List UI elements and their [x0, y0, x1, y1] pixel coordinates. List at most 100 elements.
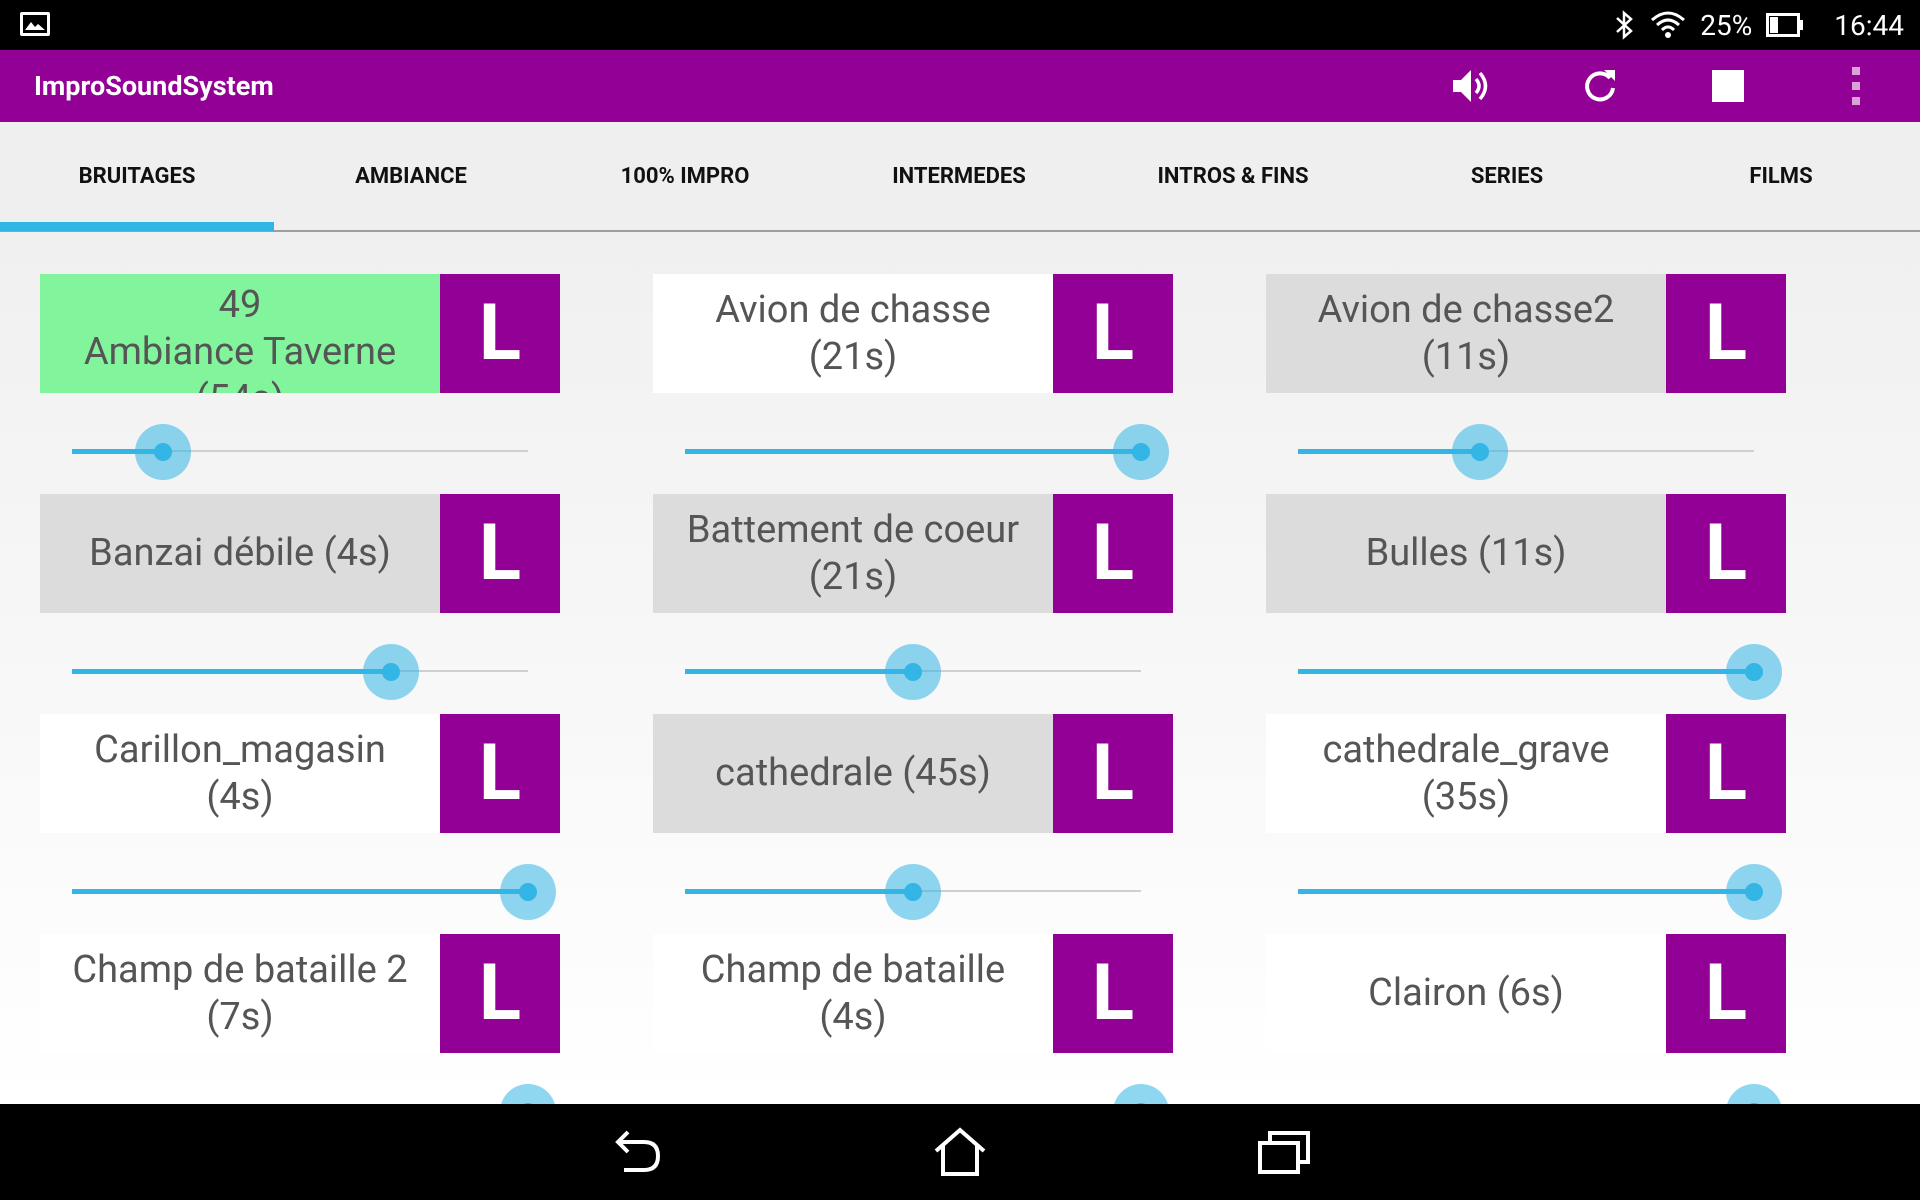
refresh-icon[interactable]	[1574, 60, 1626, 112]
loop-button[interactable]: L	[1666, 274, 1786, 393]
sound-button[interactable]: Bulles (11s)	[1266, 494, 1666, 613]
sound-button[interactable]: Champ de bataille (4s)	[653, 934, 1053, 1053]
sound-title: Avion de chasse	[715, 287, 991, 332]
sound-title: Clairon (6s)	[1368, 971, 1564, 1015]
volume-slider[interactable]	[1298, 644, 1782, 700]
loop-button[interactable]: L	[1053, 494, 1173, 613]
loop-button[interactable]: L	[440, 714, 560, 833]
sound-button[interactable]: cathedrale_grave (35s)	[1266, 714, 1666, 833]
sound-card: Bulles (11s) L	[1266, 494, 1786, 700]
tab-ambiance[interactable]: AMBIANCE	[274, 122, 548, 230]
loop-button[interactable]: L	[1053, 714, 1173, 833]
sound-button[interactable]: Battement de coeur (21s)	[653, 494, 1053, 613]
tab-bruitages[interactable]: BRUITAGES	[0, 122, 274, 230]
volume-slider[interactable]	[1298, 864, 1782, 920]
sound-title: Battement de coeur	[686, 507, 1020, 552]
slider-fill	[685, 669, 913, 674]
slider-thumb[interactable]	[1113, 1084, 1169, 1104]
slider-thumb[interactable]	[1726, 644, 1782, 700]
slider-thumb[interactable]	[363, 644, 419, 700]
loop-button[interactable]: L	[440, 494, 560, 613]
sound-card: Battement de coeur (21s) L	[653, 494, 1173, 700]
slider-thumb[interactable]	[885, 864, 941, 920]
volume-slider[interactable]	[685, 864, 1141, 920]
tab-100-impro[interactable]: 100% IMPRO	[548, 122, 822, 230]
tab-series[interactable]: SERIES	[1370, 122, 1644, 230]
sound-button[interactable]: cathedrale (45s)	[653, 714, 1053, 833]
bluetooth-icon	[1614, 9, 1636, 41]
sound-duration: (35s)	[1421, 774, 1511, 819]
app-bar: ImproSoundSystem	[0, 50, 1920, 122]
volume-slider[interactable]	[72, 644, 528, 700]
sound-duration: (4s)	[819, 994, 887, 1039]
status-bar: 25% 16:44	[0, 0, 1920, 50]
loop-button[interactable]: L	[1053, 274, 1173, 393]
slider-thumb[interactable]	[1113, 424, 1169, 480]
sound-title: cathedrale (45s)	[715, 751, 991, 795]
sound-duration: (7s)	[206, 994, 274, 1039]
stop-icon[interactable]	[1702, 60, 1754, 112]
slider-thumb[interactable]	[135, 424, 191, 480]
gallery-icon	[20, 12, 50, 36]
volume-slider[interactable]	[1298, 424, 1754, 480]
sound-button[interactable]: Avion de chasse2 (11s)	[1266, 274, 1666, 393]
slider-fill	[1298, 889, 1754, 894]
sound-card: Carillon_magasin (4s) L	[40, 714, 560, 920]
sound-title: Bulles (11s)	[1365, 531, 1567, 575]
sound-button[interactable]: Clairon (6s)	[1266, 934, 1666, 1053]
home-icon[interactable]	[930, 1122, 990, 1182]
volume-slider[interactable]	[72, 864, 556, 920]
tab-selected-indicator	[0, 222, 274, 231]
slider-fill	[685, 449, 1141, 454]
sound-card: cathedrale (45s) L	[653, 714, 1173, 920]
sound-grid: 49 Ambiance Taverne (54s) L Avion de cha…	[0, 232, 1920, 1104]
sound-duration: (21s)	[808, 334, 898, 379]
volume-slider[interactable]	[685, 424, 1169, 480]
volume-slider[interactable]	[72, 1084, 556, 1104]
slider-thumb[interactable]	[500, 864, 556, 920]
slider-thumb[interactable]	[1726, 864, 1782, 920]
back-icon[interactable]	[606, 1122, 666, 1182]
app-title: ImproSoundSystem	[34, 70, 274, 102]
sound-title: Champ de bataille	[700, 947, 1006, 992]
sound-button[interactable]: Carillon_magasin (4s)	[40, 714, 440, 833]
sound-duration: (4s)	[206, 774, 274, 819]
sound-button[interactable]: 49 Ambiance Taverne (54s)	[40, 274, 440, 393]
slider-thumb[interactable]	[1452, 424, 1508, 480]
volume-slider[interactable]	[685, 644, 1141, 700]
loop-button[interactable]: L	[1053, 934, 1173, 1053]
slider-thumb[interactable]	[885, 644, 941, 700]
clock: 16:44	[1834, 8, 1904, 42]
sound-title: Avion de chasse2	[1317, 287, 1615, 332]
sound-duration: (11s)	[1421, 334, 1511, 379]
sound-title: cathedrale_grave	[1322, 727, 1610, 772]
tab-films[interactable]: FILMS	[1644, 122, 1918, 230]
loop-button[interactable]: L	[440, 934, 560, 1053]
slider-thumb[interactable]	[1726, 1084, 1782, 1104]
sound-button[interactable]: Banzai débile (4s)	[40, 494, 440, 613]
sound-title: Champ de bataille 2	[72, 947, 408, 992]
loop-button[interactable]: L	[1666, 714, 1786, 833]
volume-slider[interactable]	[1298, 1084, 1782, 1104]
tab-intros-fins[interactable]: INTROS & FINS	[1096, 122, 1370, 230]
volume-icon[interactable]	[1446, 60, 1498, 112]
sound-button[interactable]: Avion de chasse (21s)	[653, 274, 1053, 393]
loop-button[interactable]: L	[1666, 494, 1786, 613]
battery-percent: 25%	[1700, 8, 1753, 42]
loop-button[interactable]: L	[440, 274, 560, 393]
slider-thumb[interactable]	[500, 1084, 556, 1104]
slider-fill	[1298, 669, 1754, 674]
sound-card: Clairon (6s) L	[1266, 934, 1786, 1104]
navigation-bar	[0, 1104, 1920, 1200]
sound-duration: (54s)	[84, 376, 396, 393]
sound-duration: (21s)	[808, 554, 898, 599]
volume-slider[interactable]	[685, 1084, 1169, 1104]
sound-button[interactable]: Champ de bataille 2 (7s)	[40, 934, 440, 1053]
volume-slider[interactable]	[72, 424, 528, 480]
battery-icon	[1766, 13, 1804, 37]
slider-fill	[72, 889, 528, 894]
loop-button[interactable]: L	[1666, 934, 1786, 1053]
recent-apps-icon[interactable]	[1254, 1122, 1314, 1182]
overflow-menu-icon[interactable]	[1830, 60, 1882, 112]
tab-intermedes[interactable]: INTERMEDES	[822, 122, 1096, 230]
